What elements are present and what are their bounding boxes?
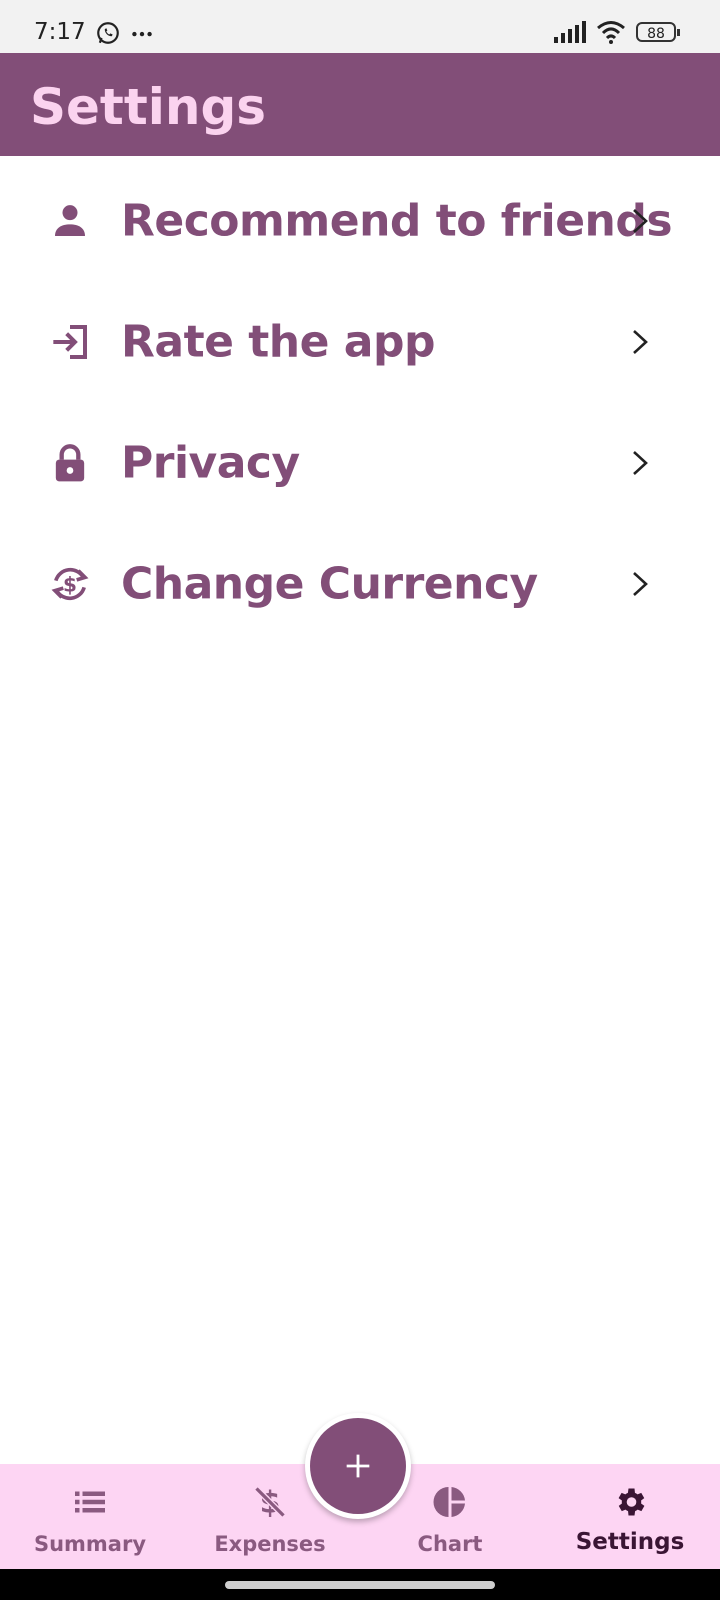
wifi-icon xyxy=(597,21,625,44)
pie-chart-icon xyxy=(433,1487,465,1517)
list-icon xyxy=(75,1491,105,1513)
svg-text:$: $ xyxy=(63,572,77,596)
gear-icon xyxy=(618,1488,645,1516)
person-icon xyxy=(55,204,85,236)
nav-label: Chart xyxy=(417,1532,483,1556)
nav-label: Summary xyxy=(33,1532,147,1556)
menu-item-change-currency[interactable]: $ Change Currency xyxy=(0,523,720,644)
menu-item-rate-the-app[interactable]: Rate the app xyxy=(0,281,720,402)
menu-item-label: Change Currency xyxy=(121,558,538,609)
menu-item-label: Recommend to friends xyxy=(121,195,673,246)
signal-icon xyxy=(554,21,586,43)
chevron-right-icon xyxy=(633,329,648,354)
nav-label: Expenses xyxy=(214,1532,326,1556)
no-money-icon: $ xyxy=(254,1486,286,1520)
settings-menu: Recommend to friends Rate the app Privac… xyxy=(0,160,720,644)
app-bar: Settings xyxy=(0,53,720,156)
menu-item-label: Rate the app xyxy=(121,316,435,367)
more-dots-icon xyxy=(132,31,153,37)
page-title: Settings xyxy=(30,78,267,136)
chevron-right-icon xyxy=(633,450,648,475)
menu-item-privacy[interactable]: Privacy xyxy=(0,402,720,523)
system-navigation-bar xyxy=(0,1569,720,1600)
plus-icon xyxy=(346,1454,370,1478)
menu-item-recommend-to-friends[interactable]: Recommend to friends xyxy=(0,160,720,281)
add-expense-button[interactable] xyxy=(310,1418,406,1514)
battery-icon: 88 xyxy=(636,22,680,42)
menu-item-label: Privacy xyxy=(121,437,300,488)
nav-item-summary[interactable]: Summary xyxy=(0,1464,180,1569)
nav-label: Settings xyxy=(575,1529,685,1555)
chevron-right-icon xyxy=(633,571,648,596)
lock-icon xyxy=(55,443,85,481)
login-arrow-icon xyxy=(53,324,87,359)
currency-exchange-icon: $ xyxy=(51,567,89,600)
status-time: 7:17 xyxy=(34,19,86,45)
status-bar: 7:17 88 xyxy=(0,0,720,53)
chevron-right-icon xyxy=(633,208,648,233)
status-notification-icons xyxy=(95,20,155,46)
whatsapp-icon xyxy=(97,22,119,44)
nav-item-settings[interactable]: Settings xyxy=(540,1464,720,1569)
status-system-icons: 88 xyxy=(554,20,680,44)
gesture-handle[interactable] xyxy=(225,1581,495,1589)
